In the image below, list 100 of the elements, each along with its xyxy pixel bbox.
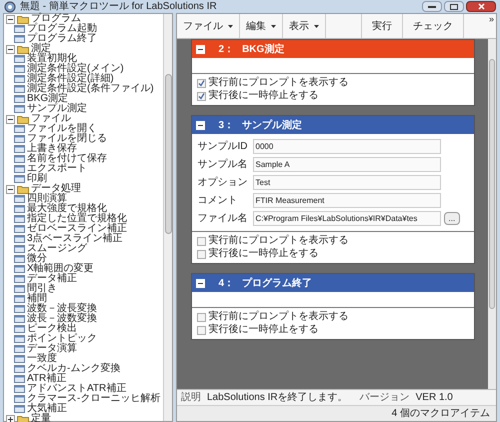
tree-item[interactable]: 一致度 (27, 354, 57, 364)
tree-item[interactable]: 微分 (27, 254, 47, 264)
tree-item[interactable]: プログラム起動 (27, 24, 97, 34)
input-field[interactable]: Test (252, 175, 440, 190)
tree-item[interactable]: 上書き保存 (27, 144, 77, 154)
tree-item[interactable]: ピーク検出 (27, 324, 77, 334)
checkbox[interactable] (196, 250, 206, 258)
collapse-icon[interactable] (6, 184, 15, 194)
scrollbar[interactable] (488, 39, 496, 389)
checkbox[interactable] (196, 326, 206, 334)
description-text: LabSolutions IRを終了します。 (207, 391, 348, 405)
caret-icon (271, 24, 276, 28)
close-button[interactable] (466, 1, 496, 12)
checkbox[interactable] (196, 78, 206, 88)
checkbox[interactable] (196, 92, 206, 100)
tree-item[interactable]: ゼロベースライン補正 (27, 224, 127, 234)
toolbar-menu[interactable]: 編集 (240, 14, 283, 38)
tree-item[interactable]: 装置初期化 (27, 54, 77, 64)
tree-item[interactable]: アドバンストATR補正 (27, 384, 126, 394)
window-icon (14, 405, 25, 413)
window-icon (14, 125, 25, 133)
collapse-button[interactable] (196, 120, 204, 130)
tree-item[interactable]: ファイルを開く (27, 124, 97, 134)
input-field[interactable]: 0000 (252, 139, 440, 154)
tree-item[interactable]: ポイントピック (27, 334, 97, 344)
toolbar-button[interactable]: チェック (403, 14, 464, 38)
tree-item[interactable]: 測定条件設定(条件ファイル) (27, 84, 154, 94)
tree-item[interactable]: クベルカ-ムンク変換 (27, 364, 120, 374)
toolbar-button[interactable]: 実行 (362, 14, 403, 38)
tree-item[interactable]: 補間 (27, 294, 47, 304)
expand-icon[interactable] (6, 414, 15, 422)
window-icon (14, 75, 25, 83)
tree-item[interactable]: 名前を付けて保存 (27, 154, 107, 164)
tree-item[interactable]: サンプル測定 (27, 104, 87, 114)
toolbar-menu[interactable]: 表示 (283, 14, 326, 38)
window-icon (14, 325, 25, 333)
window-icon (14, 265, 25, 273)
window-icon (14, 225, 25, 233)
window-icon (14, 175, 25, 183)
tree-item[interactable]: ファイルを閉じる (27, 134, 107, 144)
tree-item[interactable]: 印刷 (27, 174, 47, 184)
caret-icon (314, 24, 319, 28)
input-field[interactable]: FTIR Measurement (252, 193, 440, 208)
tree-item[interactable]: プログラム終了 (27, 34, 97, 44)
window-icon (14, 235, 25, 243)
option-label: 実行後に一時停止をする (208, 324, 318, 336)
input-field[interactable]: Sample A (252, 157, 440, 172)
tree-item[interactable]: BKG測定 (27, 94, 68, 104)
tree-item[interactable]: 間引き (27, 284, 57, 294)
browse-button[interactable]: ... (444, 212, 460, 225)
toolbar-menu[interactable]: ファイル (177, 14, 240, 38)
tree-item[interactable]: スムージング (27, 244, 87, 254)
tree-item[interactable]: データ補正 (27, 274, 77, 284)
collapse-icon[interactable] (6, 114, 15, 124)
input-field[interactable]: C:¥Program Files¥LabSolutions¥IR¥Data¥tes (252, 211, 440, 226)
caret-icon (228, 24, 233, 28)
window-icon (14, 55, 25, 63)
macro-title: サンプル測定 (242, 118, 302, 132)
window-icon (14, 315, 25, 323)
tree-category[interactable]: ファイル (31, 114, 71, 124)
window-icon (14, 345, 25, 353)
option-label: 実行前にプロンプトを表示する (208, 311, 348, 323)
tree-category[interactable]: 測定 (31, 44, 51, 54)
checkbox[interactable] (196, 236, 206, 246)
tree-item[interactable]: 指定した位置で規格化 (27, 214, 127, 224)
tree-item[interactable]: データ演算 (27, 344, 77, 354)
folder-icon (17, 114, 29, 124)
macro-title: プログラム終了 (242, 276, 312, 290)
minimize-button[interactable] (422, 1, 442, 12)
field-label: ファイル名 (198, 212, 248, 226)
collapse-button[interactable] (196, 278, 204, 288)
checkbox[interactable] (196, 312, 206, 322)
window-icon (14, 255, 25, 263)
folder-icon (17, 14, 29, 24)
overflow-chevron[interactable]: » (488, 14, 496, 38)
option-label: 実行前にプロンプトを表示する (208, 235, 348, 247)
close-icon (478, 3, 484, 10)
collapse-icon[interactable] (6, 44, 15, 54)
tree-item[interactable]: エクスポート (27, 164, 87, 174)
tree-category[interactable]: データ処理 (31, 184, 81, 194)
tree-item[interactable]: X軸範囲の変更 (27, 264, 94, 274)
window-title: 無題 - 簡単マクロツール for LabSolutions IR (20, 1, 218, 12)
tree-item[interactable]: クラマース-クローニッヒ解析 (27, 394, 160, 404)
window-icon (14, 65, 25, 73)
collapse-icon[interactable] (6, 14, 15, 24)
tree-item[interactable]: 波長－波数変換 (27, 314, 97, 324)
collapse-button[interactable] (196, 44, 204, 54)
window-icon (14, 95, 25, 103)
scrollbar[interactable] (163, 14, 172, 421)
tree-item[interactable]: 大気補正 (27, 404, 67, 414)
folder-icon (17, 414, 29, 422)
tree-item[interactable]: 最大強度で規格化 (27, 204, 107, 214)
tree-item[interactable]: 四則演算 (27, 194, 67, 204)
tree-item[interactable]: 3点ベースライン補正 (27, 234, 123, 244)
tree-item[interactable]: ATR補正 (27, 374, 66, 384)
tree-category[interactable]: プログラム (31, 14, 81, 24)
tree-item[interactable]: 波数－波長変換 (27, 304, 97, 314)
tree-item[interactable]: 測定条件設定(メイン) (27, 64, 124, 74)
tree-item[interactable]: 測定条件設定(詳細) (27, 74, 114, 84)
maximize-button[interactable] (444, 1, 464, 12)
